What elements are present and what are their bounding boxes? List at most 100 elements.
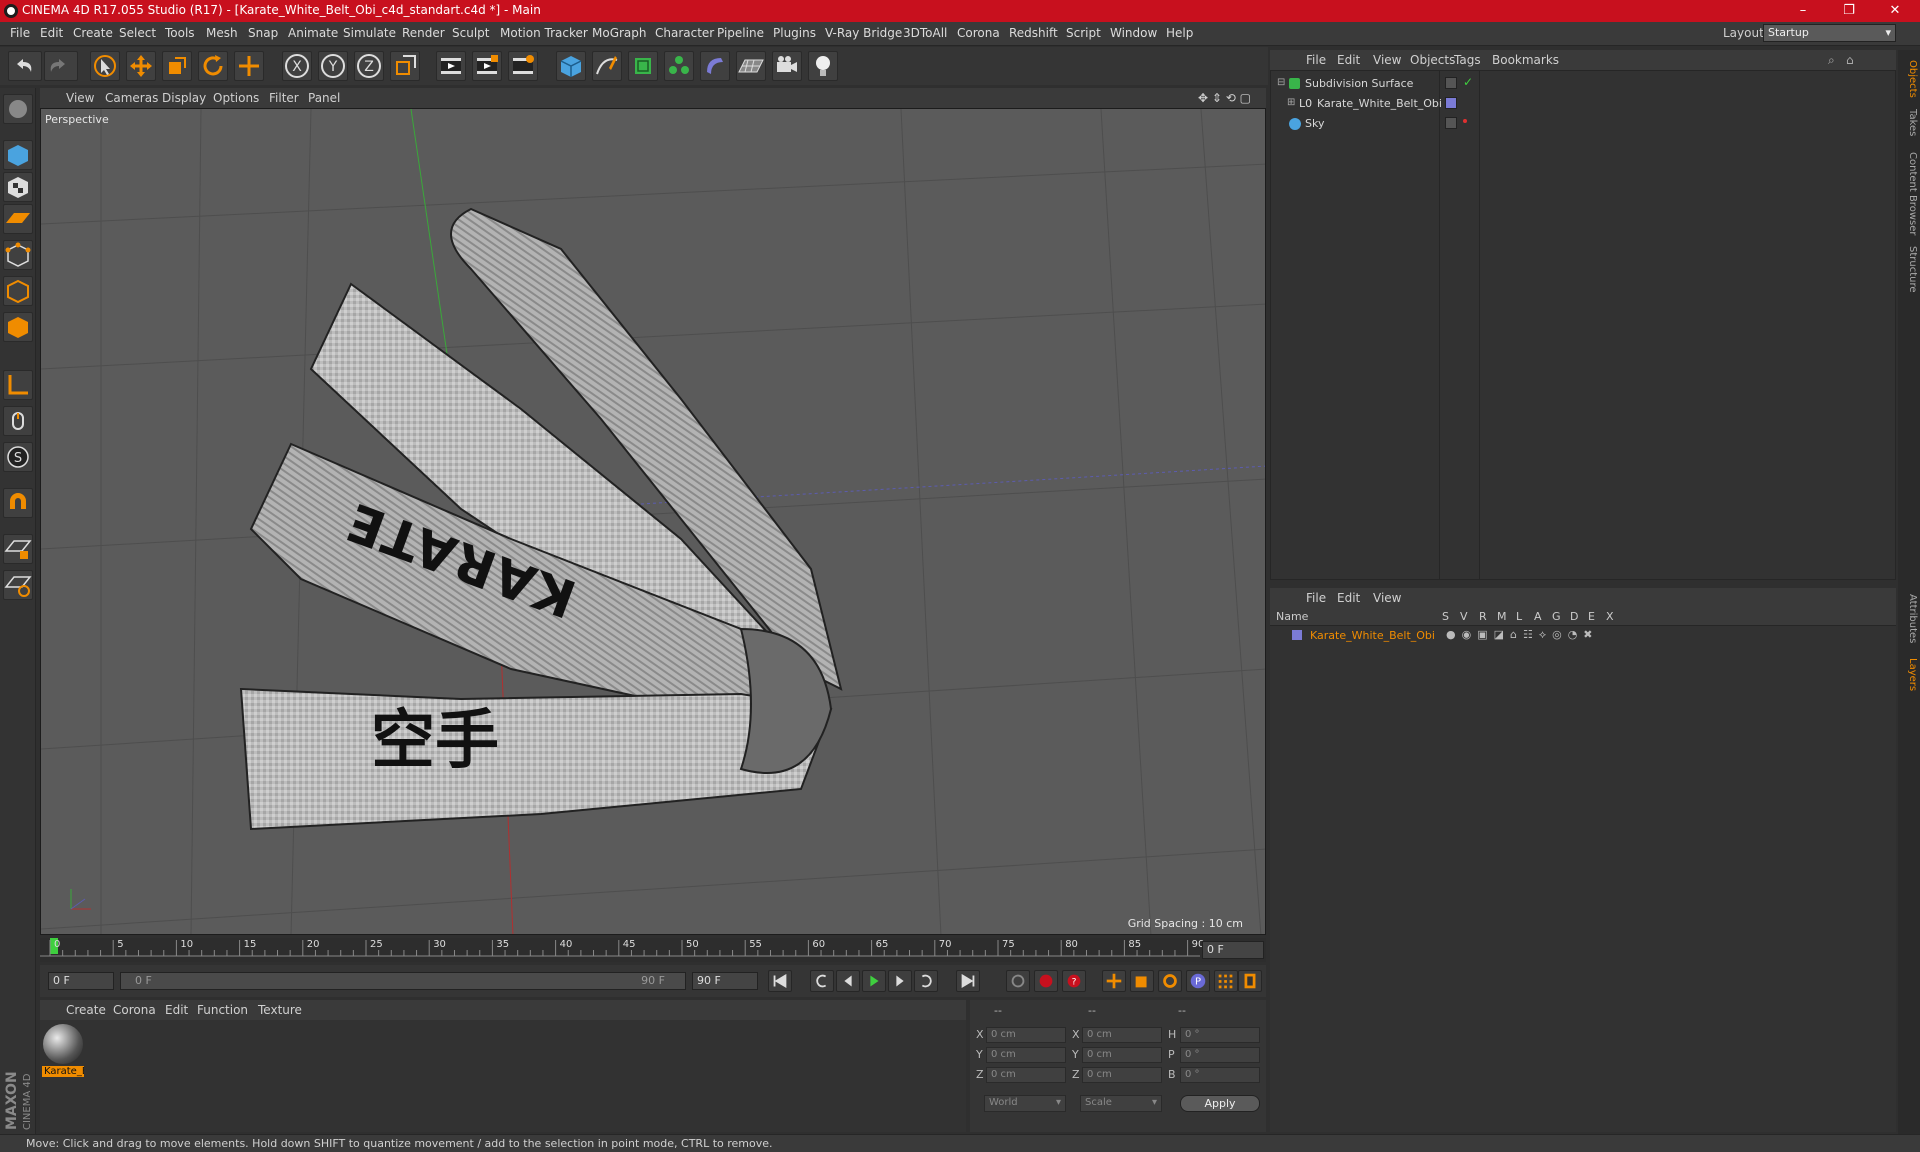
workplane-mode-button[interactable] [3,204,33,234]
mograph-cloner-button[interactable] [664,51,694,81]
edges-mode-button[interactable] [3,276,33,306]
key-rotation-button[interactable] [1158,970,1182,992]
rotation-h-field[interactable]: 0 ° [1180,1027,1260,1043]
menu-mesh[interactable]: Mesh [206,26,238,40]
viewport-menu-display[interactable]: Display [162,91,206,105]
perspective-viewport[interactable]: KARATE 空手 Perspective Grid Spacing : 10 … [40,108,1266,935]
material-menu-corona[interactable]: Corona [113,1003,156,1017]
size-y-field[interactable]: 0 cm [1082,1047,1162,1063]
objects-menu-tags[interactable]: Tags [1454,53,1481,67]
menu-help[interactable]: Help [1166,26,1193,40]
restore-button[interactable]: ❐ [1826,0,1872,22]
layer-color-icon[interactable] [1445,97,1457,109]
next-key-button[interactable] [914,970,938,992]
redo-button[interactable] [44,51,78,81]
scale-tool-button[interactable] [162,51,192,81]
material-menu-texture[interactable]: Texture [258,1003,302,1017]
keyframe-selection-button[interactable]: ? [1062,970,1086,992]
current-frame-field[interactable]: 0 F [1202,941,1264,959]
polygons-mode-button[interactable] [3,312,33,342]
viewport-menu-filter[interactable]: Filter [269,91,299,105]
move-tool-button[interactable] [126,51,156,81]
size-mode-select[interactable]: Scale ▾ [1080,1095,1162,1112]
menu-animate[interactable]: Animate [288,26,338,40]
layers-menu-edit[interactable]: Edit [1337,591,1360,605]
y-axis-lock-button[interactable]: Y [318,51,348,81]
visibility-dot-icon[interactable] [1463,119,1467,123]
tab-objects[interactable]: Objects [1900,56,1918,102]
viewport-menu-options[interactable]: Options [213,91,259,105]
render-picture-viewer-button[interactable] [472,51,502,81]
menu-file[interactable]: File [10,26,30,40]
x-axis-lock-button[interactable]: X [282,51,312,81]
rotation-p-field[interactable]: 0 ° [1180,1047,1260,1063]
menu-vray-bridge[interactable]: V-Ray Bridge [825,26,902,40]
menu-simulate[interactable]: Simulate [343,26,396,40]
menu-create[interactable]: Create [73,26,113,40]
select-tool-button[interactable] [90,51,120,81]
menu-snap[interactable]: Snap [248,26,278,40]
expand-icon[interactable]: ⊞ [1287,97,1295,108]
tweak-mode-button[interactable] [3,406,33,436]
material-menu-edit[interactable]: Edit [165,1003,188,1017]
key-pla-button[interactable] [1214,970,1238,992]
render-settings-button[interactable] [508,51,538,81]
menu-corona[interactable]: Corona [957,26,1000,40]
menu-plugins[interactable]: Plugins [773,26,816,40]
end-frame-field[interactable]: 90 F [692,972,758,990]
objects-menu-view[interactable]: View [1373,53,1401,67]
objects-menu-edit[interactable]: Edit [1337,53,1360,67]
close-button[interactable]: ✕ [1872,0,1918,22]
timeline-ruler[interactable]: 0 5 10 15 20 25 30 35 40 45 50 55 60 65 70 75 80 85 90 0 F [40,938,1266,962]
camera-object-button[interactable] [772,51,802,81]
floor-object-button[interactable] [736,51,766,81]
light-object-button[interactable] [808,51,838,81]
layer-tag-icon[interactable] [1445,117,1457,129]
objects-menu-file[interactable]: File [1306,53,1326,67]
workplane-lock-button[interactable] [3,534,33,564]
next-frame-button[interactable] [888,970,912,992]
menu-motion-tracker[interactable]: Motion Tracker [500,26,588,40]
go-to-end-button[interactable] [956,970,980,992]
autokeying-button[interactable] [1034,970,1058,992]
layer-flag-icons[interactable]: ●◉▣◪⌂☷⟡◎◔✖ [1446,628,1599,642]
workplane-align-button[interactable] [3,570,33,600]
menu-tools[interactable]: Tools [165,26,195,40]
menu-window[interactable]: Window [1110,26,1157,40]
menu-3dtoall[interactable]: 3DToAll [903,26,947,40]
previous-frame-button[interactable] [836,970,860,992]
size-z-field[interactable]: 0 cm [1082,1067,1162,1083]
minimize-button[interactable]: – [1780,0,1826,22]
deformer-button[interactable] [700,51,730,81]
tab-layers[interactable]: Layers [1900,654,1918,695]
axis-mode-button[interactable] [3,370,33,400]
menu-script[interactable]: Script [1066,26,1101,40]
points-mode-button[interactable] [3,240,33,270]
search-icon[interactable]: ⌕ [1828,53,1835,68]
start-frame-field[interactable]: 0 F [48,972,114,990]
viewport-menu-panel[interactable]: Panel [308,91,340,105]
menu-render[interactable]: Render [402,26,445,40]
menu-edit[interactable]: Edit [40,26,63,40]
timeline-window-button[interactable] [1238,970,1262,992]
key-position-button[interactable] [1102,970,1126,992]
key-parameter-button[interactable]: P [1186,970,1210,992]
key-scale-button[interactable] [1130,970,1154,992]
model-mode-button[interactable] [3,140,33,170]
collapse-icon[interactable]: ⊟ [1277,77,1285,88]
live-selection-button[interactable] [234,51,264,81]
play-button[interactable] [862,970,886,992]
go-to-start-button[interactable] [768,970,792,992]
enabled-check-icon[interactable]: ✓ [1463,75,1473,89]
menu-select[interactable]: Select [119,26,156,40]
material-menu-function[interactable]: Function [197,1003,248,1017]
objects-menu-bookmarks[interactable]: Bookmarks [1492,53,1559,67]
make-editable-button[interactable] [3,94,33,124]
layer-row-belt[interactable]: Karate_White_Belt_Obi ●◉▣◪⌂☷⟡◎◔✖ [1270,626,1894,646]
previous-key-button[interactable] [810,970,834,992]
menu-pipeline[interactable]: Pipeline [717,26,764,40]
z-axis-lock-button[interactable]: Z [354,51,384,81]
record-keys-button[interactable] [1006,970,1030,992]
home-icon[interactable]: ⌂ [1846,53,1854,67]
frame-range-slider[interactable]: 0 F 90 F [120,972,686,990]
